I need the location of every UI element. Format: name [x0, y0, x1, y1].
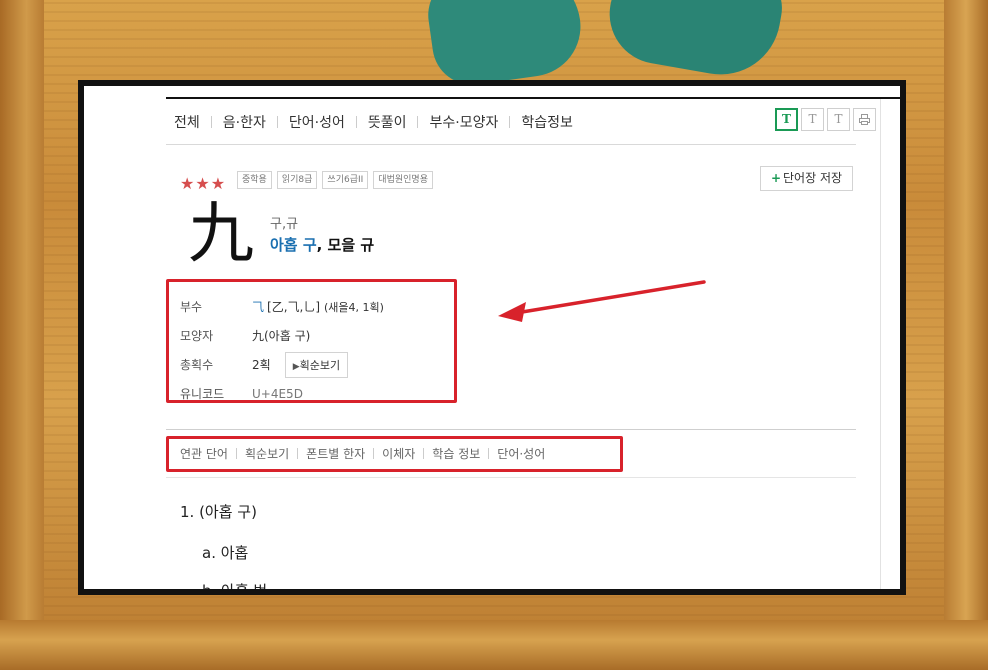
plus-icon: +	[770, 171, 782, 185]
content-border	[880, 99, 881, 589]
tab-radical-shape[interactable]: 부수·모양자	[429, 112, 498, 132]
annotation-box-info	[166, 279, 457, 403]
wood-frame-left	[0, 0, 44, 670]
definition-heading: 1. (아홉 구)	[180, 503, 257, 521]
wood-frame-right	[944, 0, 988, 670]
arrow-icon	[498, 280, 706, 322]
dictionary-page: 전체 음·한자 단어·성어 뜻풀이 부수·모양자 학습정보 T T T ★★★ …	[84, 86, 900, 589]
rating-stars: ★★★	[180, 174, 227, 193]
hanja-reading: 구,규	[270, 217, 299, 232]
meaning-secondary: , 모을 규	[316, 236, 375, 254]
screenshot-frame: 전체 음·한자 단어·성어 뜻풀이 부수·모양자 학습정보 T T T ★★★ …	[78, 80, 906, 595]
tab-sound-hanja[interactable]: 음·한자	[223, 112, 266, 132]
font-large-button[interactable]: T	[827, 108, 850, 131]
tab-separator	[355, 116, 357, 128]
badge-writing-level: 쓰기6급II	[322, 171, 369, 189]
tab-meaning[interactable]: 뜻풀이	[368, 112, 407, 132]
font-size-controls: T T T	[775, 108, 876, 131]
tab-words-idioms[interactable]: 단어·성어	[289, 112, 345, 132]
tab-separator	[210, 116, 212, 128]
section-divider	[166, 429, 856, 430]
definition-item: b. 아홉 번	[202, 580, 267, 589]
annotation-arrow	[494, 276, 709, 330]
save-to-wordbook-button[interactable]: + 단어장 저장	[760, 166, 853, 191]
hanja-character: 九	[188, 195, 254, 272]
annotation-box-subtabs	[166, 436, 623, 472]
tabs-divider	[166, 144, 856, 145]
tab-study-info[interactable]: 학습정보	[521, 112, 573, 132]
meaning-primary: 아홉 구	[270, 236, 317, 254]
hanja-meaning: 아홉 구, 모을 규	[270, 234, 374, 255]
badge-reading-level: 읽기8급	[276, 171, 318, 189]
tab-separator	[417, 116, 419, 128]
print-button[interactable]	[853, 108, 876, 131]
definition-item: a. 아홉	[202, 544, 249, 562]
font-small-button[interactable]: T	[775, 108, 798, 131]
top-divider	[166, 97, 900, 99]
tab-separator	[276, 116, 278, 128]
subtabs-divider	[166, 477, 856, 478]
level-badges: 중학용 읽기8급 쓰기6급II 대법원인명용	[237, 171, 433, 189]
tab-separator	[509, 116, 511, 128]
badge-middle-school: 중학용	[237, 171, 272, 189]
wood-frame-bottom	[0, 620, 988, 670]
font-medium-button[interactable]: T	[801, 108, 824, 131]
save-button-label: 단어장 저장	[783, 171, 843, 185]
print-icon	[859, 114, 870, 125]
tab-all[interactable]: 전체	[174, 112, 200, 132]
main-tabs: 전체 음·한자 단어·성어 뜻풀이 부수·모양자 학습정보	[174, 112, 573, 132]
badge-name-use: 대법원인명용	[373, 171, 433, 189]
